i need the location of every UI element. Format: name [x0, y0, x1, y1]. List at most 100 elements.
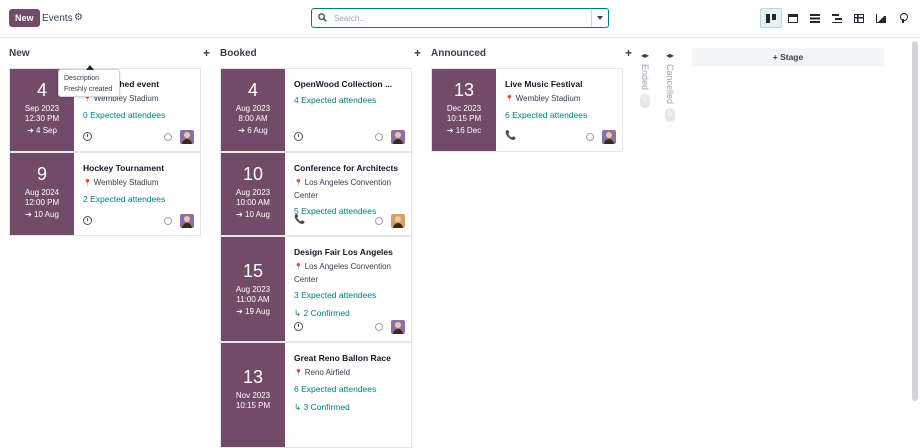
avatar[interactable]: [602, 130, 616, 144]
event-card[interactable]: 9 Aug 2024 12:00 PM ➔ 10 Aug Hockey Tourname…: [9, 152, 201, 236]
event-title: Great Reno Ballon Race: [294, 353, 391, 363]
pivot-icon: [854, 13, 864, 23]
status-circle-icon[interactable]: [375, 133, 383, 141]
calendar-view-button[interactable]: [782, 8, 804, 28]
expected-attendees[interactable]: 6 Expected attendees: [505, 110, 618, 120]
event-location: 📍 Wembley Stadium: [83, 177, 196, 190]
status-circle-icon[interactable]: [586, 133, 594, 141]
add-stage-button[interactable]: + Stage: [692, 48, 884, 66]
gear-icon[interactable]: ⚙: [74, 12, 83, 23]
event-card[interactable]: 15 Aug 2023 11:00 AM ➔ 19 Aug Design Fair Lo…: [220, 236, 412, 342]
event-end-date: ➔ 16 Dec: [432, 126, 496, 136]
clock-icon[interactable]: [83, 216, 92, 225]
confirmed-label: 2 Confirmed: [303, 308, 350, 318]
avatar[interactable]: [180, 130, 194, 144]
avatar[interactable]: [391, 214, 405, 228]
status-circle-icon[interactable]: [375, 323, 383, 331]
arrow-right-icon: ➔: [446, 126, 456, 135]
list-view-button[interactable]: [804, 8, 826, 28]
graph-view-button[interactable]: [870, 8, 892, 28]
avatar[interactable]: [391, 320, 405, 334]
search-input[interactable]: Search...: [334, 14, 366, 23]
event-card-footer: [294, 320, 405, 334]
expected-attendees[interactable]: 3 Expected attendees: [294, 290, 407, 300]
status-circle-icon[interactable]: [164, 217, 172, 225]
avatar[interactable]: [391, 130, 405, 144]
control-panel: New Events ⚙ Search...: [0, 0, 920, 38]
phone-icon[interactable]: 📞: [505, 130, 516, 141]
tooltip-title: Description: [64, 75, 100, 82]
pivot-view-button[interactable]: [848, 8, 870, 28]
event-card-footer: [294, 130, 405, 144]
map-pin-icon: [899, 13, 908, 23]
kanban-view-button[interactable]: [760, 8, 782, 28]
event-end-label: 10 Aug: [34, 210, 59, 219]
status-circle-icon[interactable]: [375, 217, 383, 225]
event-location: 📍 Los Angeles Convention Center: [294, 177, 407, 202]
expected-attendees[interactable]: 4 Expected attendees: [294, 95, 407, 105]
event-day: 15: [242, 261, 264, 281]
unfold-icon[interactable]: ◂▸: [637, 51, 653, 60]
event-month-year: Aug 2023: [235, 285, 271, 294]
quick-create-plus-icon[interactable]: +: [203, 46, 210, 60]
column-title[interactable]: Announced: [431, 48, 486, 59]
unfold-icon[interactable]: ◂▸: [662, 51, 678, 60]
event-end-label: 19 Aug: [245, 307, 270, 316]
description-tooltip: Description Freshly created: [58, 65, 120, 97]
event-location: 📍 Los Angeles Convention Center: [294, 261, 407, 286]
column-header: Booked +: [220, 39, 421, 68]
event-date-box: 4 Aug 2023 8:00 AM ➔ 6 Aug: [221, 69, 285, 151]
confirmed-label: 3 Confirmed: [303, 402, 350, 412]
event-date-box: 10 Aug 2023 10:00 AM ➔ 10 Aug: [221, 153, 285, 235]
arrow-right-icon: ➔: [236, 210, 245, 219]
event-location-label: Los Angeles Convention Center: [294, 262, 392, 284]
event-card-footer: [83, 214, 194, 228]
kanban-board: New +4 Sep 2023 12:30 PM ➔ 4 Sep Unpublished …: [0, 39, 920, 448]
new-button[interactable]: New: [9, 9, 40, 27]
event-title: Live Music Festival: [505, 79, 583, 89]
expected-attendees[interactable]: 6 Expected attendees: [294, 384, 407, 394]
map-pin-icon: 📍: [294, 180, 303, 187]
status-circle-icon[interactable]: [164, 133, 172, 141]
map-pin-icon: 📍: [83, 96, 92, 103]
column-title[interactable]: New: [9, 48, 30, 59]
event-card[interactable]: 4 Aug 2023 8:00 AM ➔ 6 Aug OpenWood Collecti…: [220, 68, 412, 152]
event-month-year: Aug 2024: [24, 188, 60, 197]
map-pin-icon: 📍: [505, 96, 514, 103]
kanban-icon: [766, 13, 776, 23]
event-card[interactable]: 13 Dec 2023 10:15 PM ➔ 16 Dec Live Music Fes…: [431, 68, 623, 152]
event-time: 10:15 PM: [446, 114, 482, 123]
clock-icon[interactable]: [83, 132, 92, 141]
folded-column-cancelled[interactable]: ◂▸ Cancelled 0: [662, 51, 678, 123]
event-location-label: Los Angeles Convention Center: [294, 178, 392, 200]
clock-icon[interactable]: [294, 132, 303, 141]
event-card[interactable]: 10 Aug 2023 10:00 AM ➔ 10 Aug Conference for…: [220, 152, 412, 236]
search-bar[interactable]: Search...: [311, 8, 609, 28]
clock-icon[interactable]: [294, 322, 303, 331]
expected-attendees[interactable]: 2 Expected attendees: [83, 194, 196, 204]
event-day: 13: [242, 367, 264, 387]
quick-create-plus-icon[interactable]: +: [414, 46, 421, 60]
event-card[interactable]: 13 Nov 2023 10:15 PM Great Reno Ballon Race…: [220, 342, 412, 448]
expected-attendees[interactable]: 0 Expected attendees: [83, 110, 196, 120]
phone-icon[interactable]: 📞: [294, 214, 305, 225]
confirmed-attendees[interactable]: ↳ 2 Confirmed: [294, 308, 407, 319]
folded-column-ended[interactable]: ◂▸ Ended 1: [637, 51, 653, 109]
quick-create-plus-icon[interactable]: +: [625, 46, 632, 60]
search-icon: [318, 13, 327, 22]
event-card-footer: 📞: [294, 214, 405, 228]
scrollbar[interactable]: [912, 41, 918, 401]
event-time: 12:00 PM: [24, 198, 60, 207]
event-title: Conference for Architects: [294, 163, 399, 173]
column-title[interactable]: Booked: [220, 48, 257, 59]
arrow-right-icon: ➔: [238, 126, 248, 135]
avatar[interactable]: [180, 214, 194, 228]
event-title: Hockey Tournament: [83, 163, 165, 173]
gantt-view-button[interactable]: [826, 8, 848, 28]
map-view-button[interactable]: [892, 8, 914, 28]
search-dropdown-toggle[interactable]: [591, 9, 608, 27]
event-card-body: Great Reno Ballon Race 📍 Reno Airfield 6 Ex…: [294, 353, 407, 413]
event-time: 11:00 AM: [236, 295, 270, 304]
event-end-label: 4 Sep: [36, 126, 57, 135]
event-time: 8:00 AM: [238, 114, 268, 123]
